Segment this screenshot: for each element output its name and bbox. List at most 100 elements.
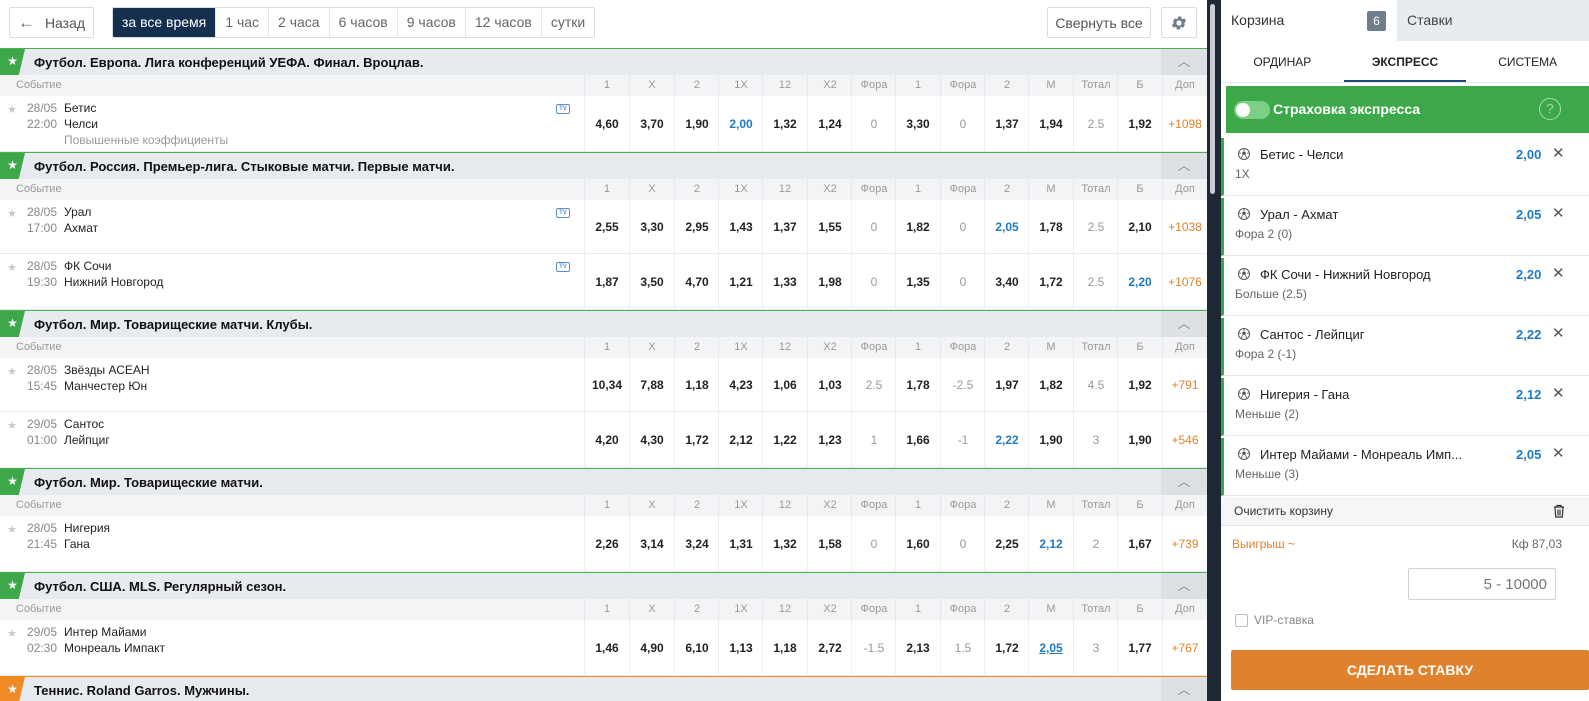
odd-cell[interactable]: 1,90 — [1117, 412, 1162, 468]
more-markets-link[interactable]: +1098 — [1162, 96, 1207, 152]
tv-icon[interactable]: TV — [556, 208, 570, 218]
odd-cell[interactable]: 1,24 — [807, 96, 852, 152]
odd-cell[interactable]: 3,30 — [629, 200, 674, 254]
odd-cell[interactable]: 4,70 — [674, 254, 719, 310]
odd-cell[interactable]: 1,06 — [762, 358, 807, 412]
league-header[interactable]: ★ Футбол. Мир. Товарищеские матчи. Клубы.… — [0, 310, 1207, 337]
odd-cell[interactable]: 1,21 — [718, 254, 763, 310]
event-row[interactable]: ★ 28/05 17:00 Урал Ахмат TV 2,55 3,30 2,95 1,43 1,… — [0, 200, 1207, 254]
bet-slip-item[interactable]: ФК Сочи - Нижний Новгород Больше (2.5) 2,2… — [1221, 258, 1589, 316]
odd-cell[interactable]: 0 — [940, 516, 985, 572]
odd-cell[interactable]: 0 — [851, 200, 896, 254]
bet-amount-input[interactable] — [1408, 568, 1556, 600]
odd-cell[interactable]: 1,37 — [984, 96, 1029, 152]
odd-cell[interactable]: 0 — [851, 96, 896, 152]
odd-cell[interactable]: 7,88 — [629, 358, 674, 412]
league-header[interactable]: ★ Футбол. Европа. Лига конференций УЕФА. … — [0, 48, 1207, 75]
odd-cell[interactable]: 2,12 — [1028, 516, 1073, 572]
odd-cell[interactable]: 1,78 — [895, 358, 940, 412]
odd-cell[interactable]: 2.5 — [1073, 200, 1118, 254]
close-icon[interactable]: ✕ — [1552, 204, 1565, 222]
bet-slip-item[interactable]: Сантос - Лейпциг Фора 2 (-1) 2,22 ✕ — [1221, 318, 1589, 376]
odd-cell[interactable]: 1,18 — [674, 358, 719, 412]
star-icon[interactable]: ★ — [0, 573, 25, 599]
odd-cell[interactable]: 1,32 — [762, 516, 807, 572]
back-button[interactable]: ← Назад — [9, 7, 94, 38]
star-icon[interactable]: ★ — [0, 469, 25, 495]
time-filter-option[interactable]: за все время — [113, 8, 217, 37]
odd-cell[interactable]: 1,23 — [807, 412, 852, 468]
chevron-up-icon[interactable]: ︿ — [1161, 677, 1207, 701]
odd-cell[interactable]: 2,25 — [984, 516, 1029, 572]
tv-icon[interactable]: TV — [556, 104, 570, 114]
odd-cell[interactable]: 2.5 — [851, 358, 896, 412]
odd-cell[interactable]: 4.5 — [1073, 358, 1118, 412]
league-header[interactable]: ★ Теннис. Roland Garros. Мужчины. ︿ — [0, 676, 1207, 701]
league-header[interactable]: ★ Футбол. США. MLS. Регулярный сезон. ︿ — [0, 572, 1207, 599]
odd-cell[interactable]: 1,43 — [718, 200, 763, 254]
team-away[interactable]: Челси — [64, 117, 98, 131]
odd-cell[interactable]: 1,66 — [895, 412, 940, 468]
time-filter-option[interactable]: 12 часов — [465, 8, 542, 37]
favorite-star-icon[interactable]: ★ — [7, 261, 17, 274]
star-icon[interactable]: ★ — [0, 311, 25, 337]
favorite-star-icon[interactable]: ★ — [7, 207, 17, 220]
odd-cell[interactable]: 1,33 — [762, 254, 807, 310]
chevron-up-icon[interactable]: ︿ — [1161, 573, 1207, 599]
more-markets-link[interactable]: +767 — [1162, 620, 1207, 676]
odd-cell[interactable]: 0 — [940, 200, 985, 254]
more-markets-link[interactable]: +546 — [1162, 412, 1207, 468]
winnings-toggle[interactable]: Выигрыш ~ — [1232, 537, 1295, 551]
odd-cell[interactable]: 2,13 — [895, 620, 940, 676]
odd-cell[interactable]: 2,05 — [1028, 620, 1073, 676]
clear-cart-button[interactable]: Очистить корзину — [1234, 504, 1333, 518]
odd-cell[interactable]: 1,72 — [674, 412, 719, 468]
odd-cell[interactable]: 1,31 — [718, 516, 763, 572]
more-markets-link[interactable]: +1076 — [1162, 254, 1207, 310]
insurance-toggle[interactable] — [1234, 101, 1270, 119]
team-home[interactable]: Урал — [64, 205, 91, 219]
odd-cell[interactable]: 10,34 — [584, 358, 629, 412]
odd-cell[interactable]: 1,72 — [1028, 254, 1073, 310]
odd-cell[interactable]: 2,22 — [984, 412, 1029, 468]
time-filter-option[interactable]: 9 часов — [397, 8, 466, 37]
odd-cell[interactable]: 1,35 — [895, 254, 940, 310]
team-away[interactable]: Гана — [64, 537, 90, 551]
star-icon[interactable]: ★ — [0, 49, 25, 75]
bet-slip-item[interactable]: Урал - Ахмат Фора 2 (0) 2,05 ✕ — [1221, 198, 1589, 256]
odd-cell[interactable]: 1.5 — [940, 620, 985, 676]
vip-bet-checkbox[interactable] — [1235, 613, 1248, 627]
close-icon[interactable]: ✕ — [1552, 144, 1565, 162]
make-bet-button[interactable]: СДЕЛАТЬ СТАВКУ — [1231, 650, 1589, 690]
chevron-up-icon[interactable]: ︿ — [1161, 469, 1207, 495]
odd-cell[interactable]: 1,90 — [1028, 412, 1073, 468]
more-markets-link[interactable]: +791 — [1162, 358, 1207, 412]
odd-cell[interactable]: 2,20 — [1117, 254, 1162, 310]
team-home[interactable]: Бетис — [64, 101, 96, 115]
odd-cell[interactable]: 2,55 — [584, 200, 629, 254]
team-home[interactable]: Интер Майами — [64, 625, 146, 639]
more-markets-link[interactable]: +739 — [1162, 516, 1207, 572]
favorite-star-icon[interactable]: ★ — [7, 523, 17, 536]
tab-cart[interactable]: Корзина 6 — [1221, 0, 1397, 41]
odd-cell[interactable]: 1,18 — [762, 620, 807, 676]
odd-cell[interactable]: 2,00 — [718, 96, 763, 152]
odd-cell[interactable]: 1,03 — [807, 358, 852, 412]
time-filter-option[interactable]: 6 часов — [329, 8, 398, 37]
odd-cell[interactable]: 2,05 — [984, 200, 1029, 254]
odd-cell[interactable]: 3,24 — [674, 516, 719, 572]
events-scrollbar[interactable] — [1207, 0, 1221, 701]
odd-cell[interactable]: 2.5 — [1073, 96, 1118, 152]
team-home[interactable]: ФК Сочи — [64, 259, 111, 273]
odd-cell[interactable]: 1,90 — [674, 96, 719, 152]
odd-cell[interactable]: 1,46 — [584, 620, 629, 676]
odd-cell[interactable]: 3,30 — [895, 96, 940, 152]
league-header[interactable]: ★ Футбол. Мир. Товарищеские матчи. ︿ — [0, 468, 1207, 495]
favorite-star-icon[interactable]: ★ — [7, 419, 17, 432]
team-away[interactable]: Монреаль Импакт — [64, 641, 165, 655]
odd-cell[interactable]: 0 — [851, 516, 896, 572]
odd-cell[interactable]: 3,50 — [629, 254, 674, 310]
more-markets-link[interactable]: +1038 — [1162, 200, 1207, 254]
chevron-up-icon[interactable]: ︿ — [1161, 311, 1207, 337]
odd-cell[interactable]: 1,67 — [1117, 516, 1162, 572]
